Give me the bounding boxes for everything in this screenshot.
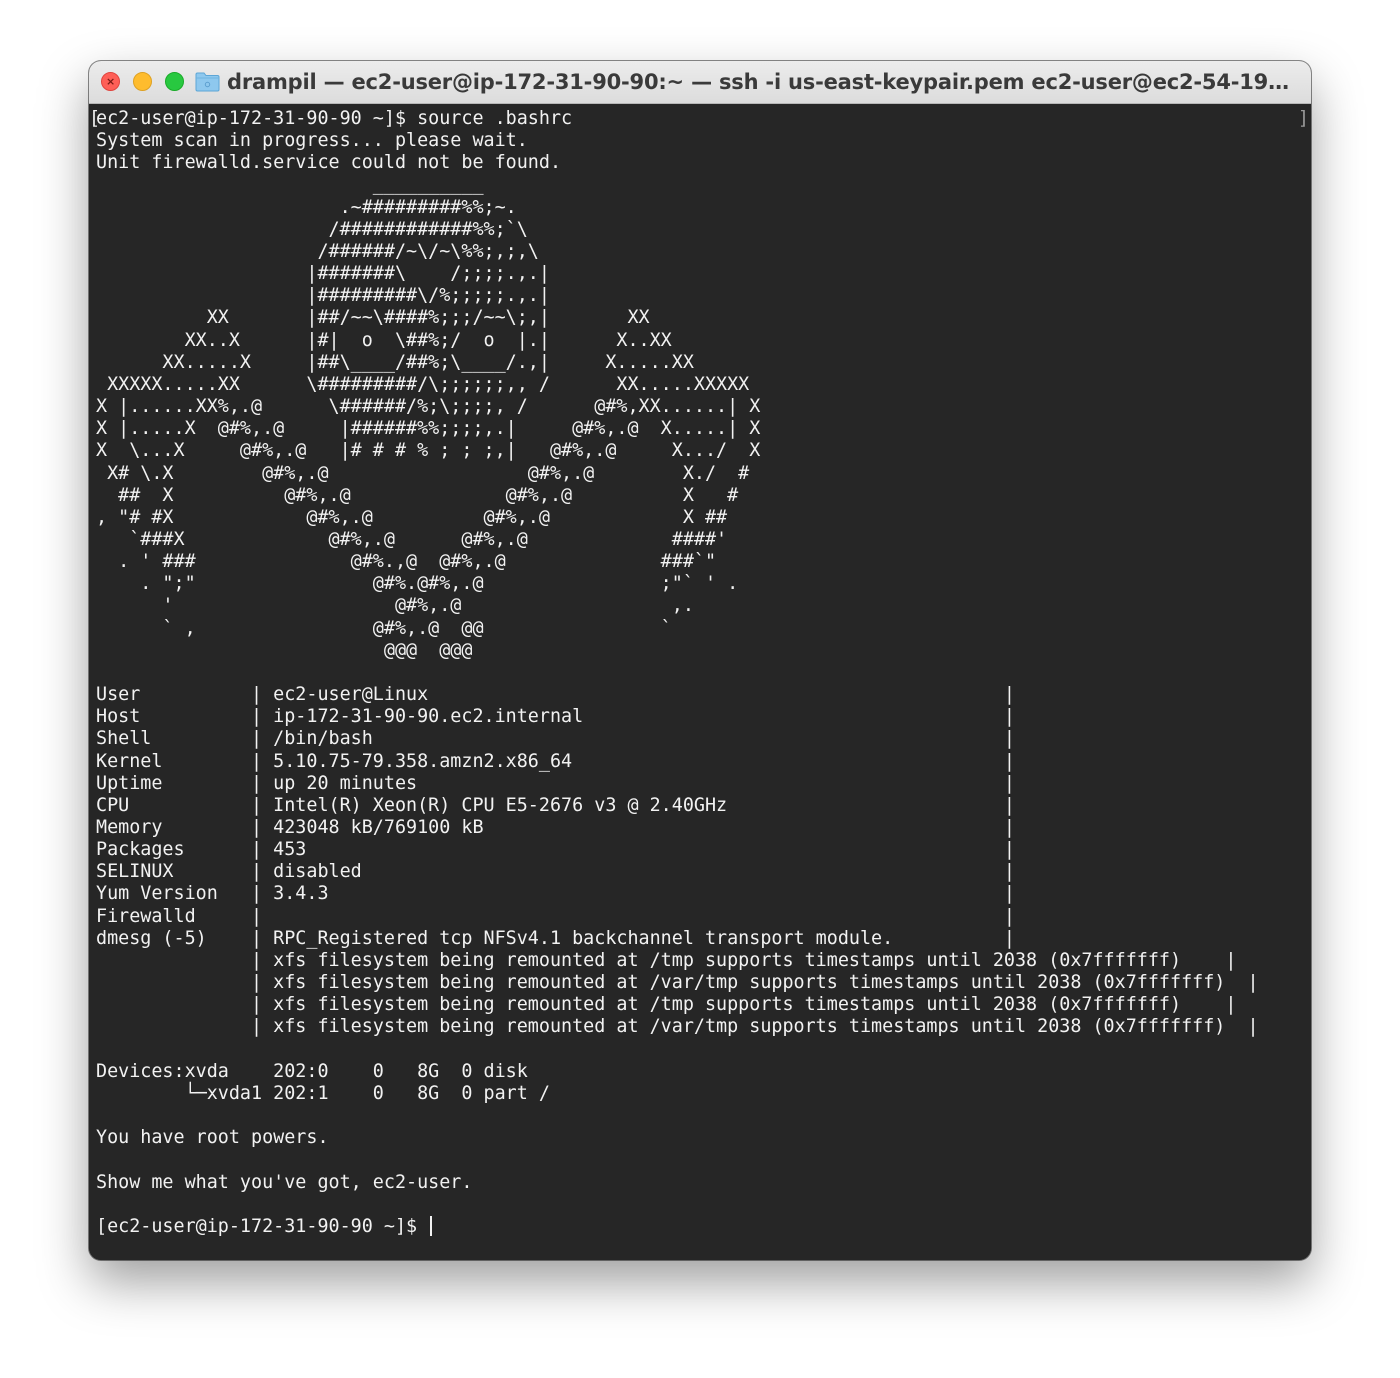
close-button[interactable]: × [101,72,120,91]
terminal-output: ec2-user@ip-172-31-90-90 ~]$ source .bas… [96,108,1259,1238]
scroll-bracket-right: ] [1297,108,1309,129]
folder-icon [195,72,220,92]
title-bar[interactable]: × drampil — ec2-user@ip-172-31-90-90:~ —… [89,61,1311,104]
zoom-button[interactable] [165,72,184,91]
terminal-window: × drampil — ec2-user@ip-172-31-90-90:~ —… [89,61,1311,1260]
minimize-button[interactable] [133,72,152,91]
terminal-content[interactable]: [ ] ec2-user@ip-172-31-90-90 ~]$ source … [89,104,1311,1260]
window-title: drampil — ec2-user@ip-172-31-90-90:~ — s… [227,70,1299,94]
text-cursor [430,1215,433,1236]
close-icon: × [106,75,116,88]
terminal-text: ec2-user@ip-172-31-90-90 ~]$ source .bas… [96,108,1259,1237]
